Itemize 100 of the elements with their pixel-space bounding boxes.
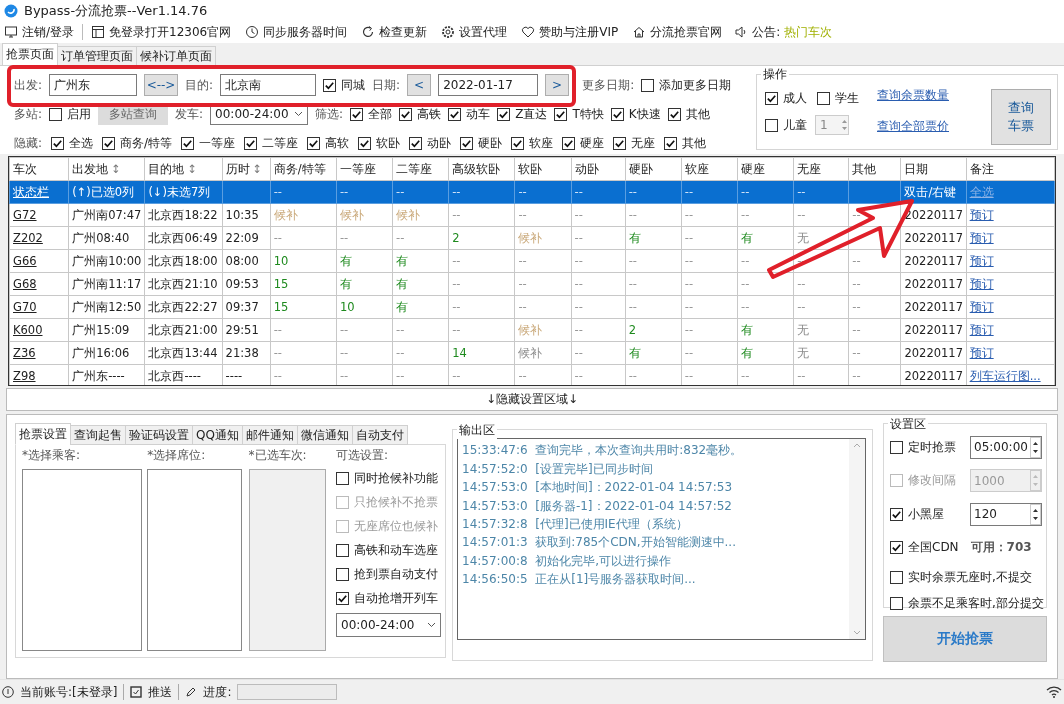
checkbox[interactable]: 其他 [664,134,707,153]
number-spinner[interactable]: 05:00:00 [970,435,1042,459]
checkbox[interactable]: 小黑屋 [890,505,944,524]
settings-tab[interactable]: 查询起售 [70,425,126,446]
number-spinner[interactable]: 120 [970,502,1042,526]
note-link[interactable]: 预订 [969,276,994,291]
passenger-list[interactable] [22,469,142,652]
toolbar-button[interactable]: 免登录打开12306官网 [89,23,234,41]
push-button[interactable]: 推送 [148,683,173,701]
toggle-settings-link[interactable]: ↓隐藏设置区域↓ [485,391,579,408]
table-row[interactable]: G70 广州南12:50 北京西22:27 09:37 15 10 有 -- -- -- -- -- -- -- -- 20220117 预订 [9,295,1055,319]
toolbar-button[interactable]: 赞助与注册VIP [519,23,621,41]
checkbox[interactable]: 软座 [511,134,554,153]
query-tickets-button[interactable]: 查询车票 [991,89,1051,146]
checkbox[interactable]: 动车 [448,105,491,124]
checkbox[interactable]: 硬卧 [460,134,503,153]
toolbar-button[interactable]: 检查更新 [359,23,430,41]
scroll-up-icon[interactable] [853,443,861,449]
scroll-down-icon[interactable] [853,630,861,636]
checkbox[interactable]: Z直达 [497,105,548,124]
seat-list[interactable] [147,469,243,652]
checkbox[interactable]: 余票不足乘客时,部分提交 [890,594,1044,613]
toolbar-button[interactable]: 分流抢票官网 [630,23,725,41]
date-field[interactable]: 2022-01-17 [438,74,539,97]
table-row[interactable]: 状态栏 (↑)已选0列 (↓)未选7列 -- -- -- -- -- -- -- -- -- -- 双击/右键 全选 [9,180,1055,204]
checkbox[interactable]: K快速 [610,105,661,124]
checkbox[interactable]: 动卧 [409,134,452,153]
checkbox[interactable]: 高铁 [399,105,442,124]
note-link[interactable]: 预订 [969,253,994,268]
checkbox[interactable]: 商务/特等 [102,134,173,153]
page-tab[interactable]: 候补订单页面 [136,46,216,66]
column-header[interactable]: 出发地 [72,161,109,176]
checkbox[interactable]: 添加更多日期 [641,76,732,95]
checkbox[interactable]: 软卧 [358,134,401,153]
settings-tab[interactable]: 抢票设置 [15,423,71,446]
checkbox[interactable]: 实时余票无座时,不提交 [890,568,1032,587]
checkbox[interactable]: 全国CDN [890,538,959,557]
table-row[interactable]: Z36 广州16:06 北京西13:44 21:38 -- -- -- 14 候补 -- 有 -- 有 无 -- 20220117 预订 [9,341,1055,365]
checkbox[interactable]: 高铁和动车选座 [336,541,441,560]
sort-icon[interactable]: ↕ [252,161,263,176]
table-cell: 15 [270,295,337,319]
checkbox[interactable]: 一等座 [181,134,236,153]
time-range-dropdown[interactable]: 00:00-24:00 [336,613,441,638]
checkbox[interactable]: 启用 [49,105,92,124]
table-row[interactable]: K600 广州15:09 北京西21:00 29:51 -- -- -- -- 候补 -- 2 -- 有 无 -- 20220117 预订 [9,318,1055,342]
checkbox[interactable]: T特快 [554,105,604,124]
table-cell: -- [848,203,901,227]
column-header[interactable]: 目的地 [148,161,185,176]
checkbox[interactable]: 学生 [817,89,859,108]
checkbox[interactable]: 自动抢增开列车 [336,589,441,608]
checkbox[interactable]: 无座 [613,134,656,153]
query-link[interactable]: 查询余票数量 [877,87,949,105]
table-row[interactable]: G72 广州南07:47 北京西18:22 10:35 候补 候补 候补 -- -- -- -- -- -- -- -- 20220117 预订 [9,203,1055,227]
checkbox[interactable]: 高软 [307,134,350,153]
note-link[interactable]: 预订 [969,345,994,360]
table-row[interactable]: Z202 广州08:40 北京西06:49 22:09 -- -- -- 2 候补 -- 有 -- 有 无 20220117 预订 [9,226,1055,250]
previous-date-button[interactable]: < [407,74,432,97]
table-cell: -- [571,249,626,273]
next-date-button[interactable]: > [545,74,570,97]
checkbox-icon [399,107,413,121]
page-tab[interactable]: 抢票页面 [2,43,58,66]
refresh-icon [361,25,376,40]
settings-tab[interactable]: 微信通知 [296,425,353,446]
column-header[interactable]: 备注 [969,161,994,176]
note-link[interactable]: 预订 [969,299,994,314]
departure-station-field[interactable]: 广州东 [49,74,138,97]
checkbox[interactable]: 定时抢票 [890,438,956,457]
table-row[interactable]: G68 广州南11:17 北京西21:10 09:53 15 有 有 -- -- -- -- -- -- -- -- 20220117 预订 [9,272,1055,296]
note-link[interactable]: 预订 [969,322,994,337]
settings-tab[interactable]: 自动支付 [351,425,408,446]
toolbar-button[interactable]: 设置代理 [439,23,510,41]
checkbox[interactable]: 成人 [765,89,807,108]
sort-icon[interactable]: ↕ [111,161,121,176]
checkbox[interactable]: 儿童 [765,116,807,135]
checkbox-icon [497,107,511,121]
swap-button[interactable]: <--> [144,74,179,97]
column-header[interactable]: 历时 [225,161,250,176]
settings-tab[interactable]: 邮件通知 [241,425,298,446]
checkbox[interactable]: 二等座 [244,134,299,153]
settings-tab[interactable]: 验证码设置 [125,425,193,446]
checkbox-icon [336,495,349,509]
table-cell: 20220117 [900,226,967,250]
checkbox[interactable]: 硬座 [562,134,605,153]
checkbox[interactable]: 全选 [51,134,94,153]
checkbox[interactable]: 抢到票自动支付 [336,565,441,584]
sort-icon[interactable]: ↕ [187,161,197,176]
checkbox[interactable]: 同城 [323,76,366,95]
note-link[interactable]: 预订 [969,230,994,245]
table-row[interactable]: Z98 广州东---- 北京西---- ---- -- -- -- -- -- -- -- -- -- -- -- 20220117 列车运行图... [9,364,1055,385]
checkbox[interactable]: 同时抢候补功能 [336,469,441,488]
query-link[interactable]: 查询全部票价 [877,118,949,136]
toolbar-button[interactable]: 注销/登录 [2,23,77,41]
toolbar-button[interactable]: 同步服务器时间 [243,23,350,41]
checkbox[interactable]: 其他 [667,105,710,124]
settings-tab[interactable]: QQ通知 [192,425,243,446]
destination-station-field[interactable]: 北京南 [220,74,317,97]
selected-trains-list[interactable] [248,469,326,652]
note-link[interactable]: 预订 [969,207,994,222]
app-logo-icon [4,3,18,18]
checkbox[interactable]: 全部 [350,105,393,124]
